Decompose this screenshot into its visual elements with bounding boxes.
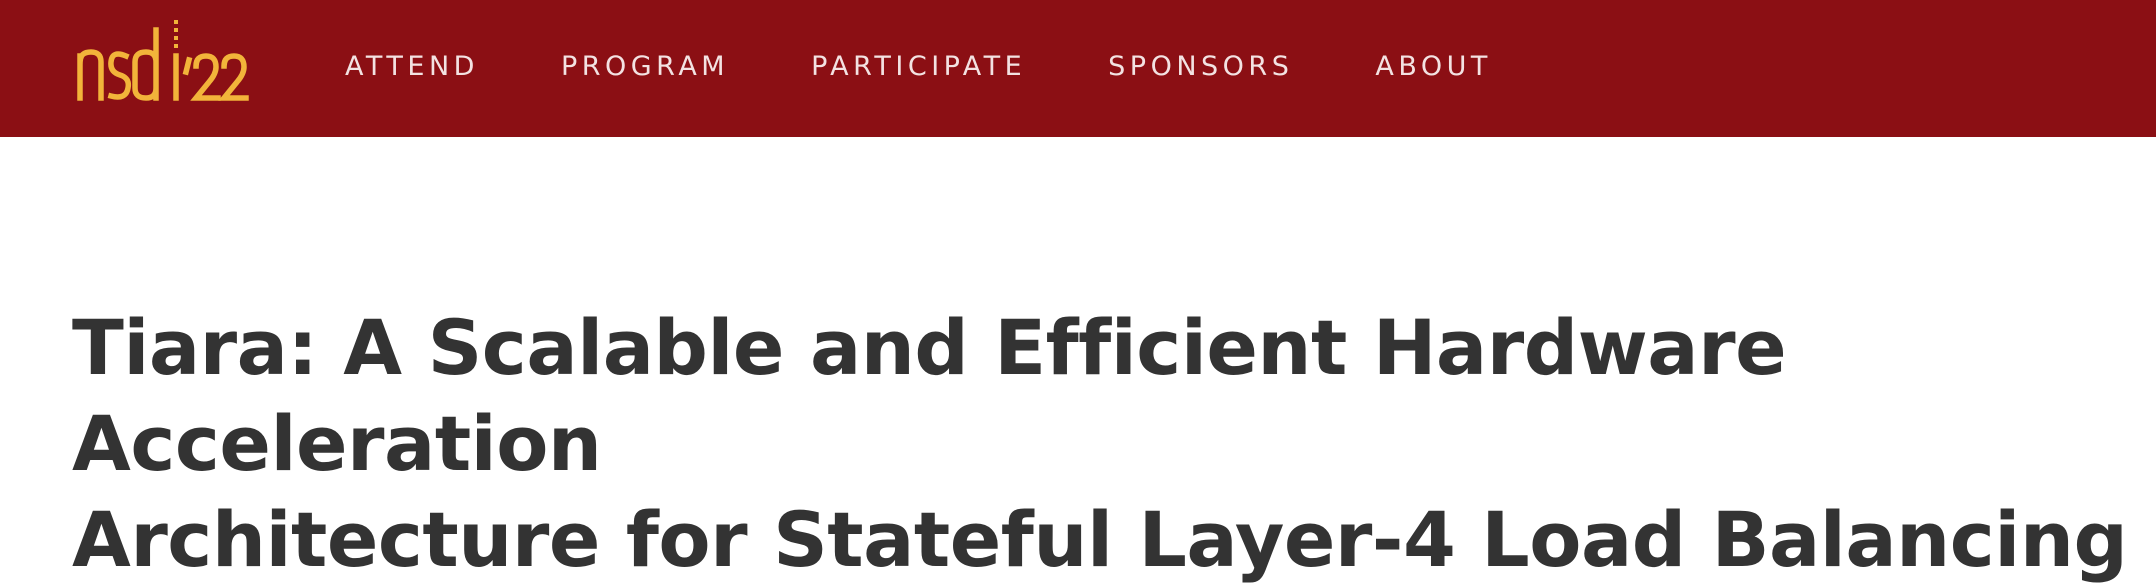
nav-about[interactable]: ABOUT [1375, 51, 1492, 82]
page-title-line2: Architecture for Stateful Layer-4 Load B… [72, 495, 2128, 584]
nav-participate[interactable]: PARTICIPATE [811, 51, 1026, 82]
page-title-line1: Tiara: A Scalable and Efficient Hardware… [72, 303, 1787, 488]
nsdi22-logo[interactable] [72, 16, 252, 106]
nav-attend[interactable]: ATTEND [345, 51, 479, 82]
page-title: Tiara: A Scalable and Efficient Hardware… [72, 300, 2132, 588]
nav-sponsors[interactable]: SPONSORS [1108, 51, 1293, 82]
nav-program[interactable]: PROGRAM [561, 51, 729, 82]
site-header: ATTEND PROGRAM PARTICIPATE SPONSORS ABOU… [0, 0, 2156, 137]
main-nav: ATTEND PROGRAM PARTICIPATE SPONSORS ABOU… [345, 0, 1574, 132]
